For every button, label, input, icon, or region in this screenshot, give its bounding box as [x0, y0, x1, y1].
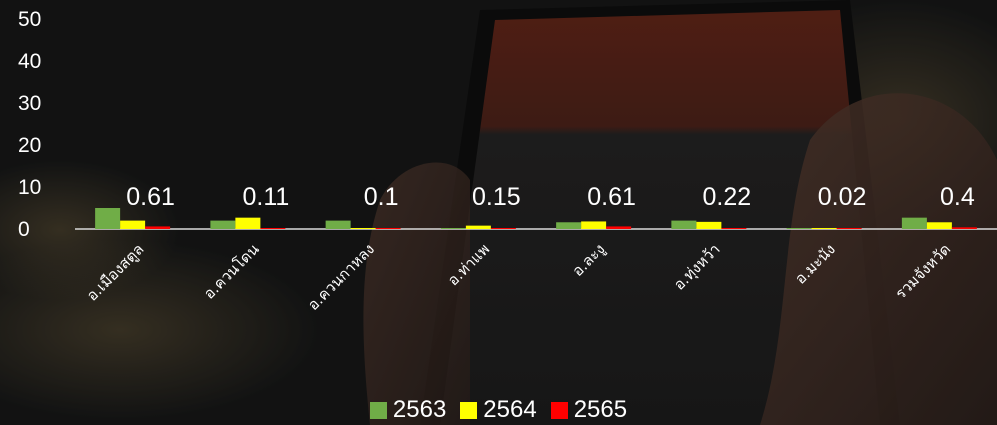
x-category-label: อ.ละงู	[569, 240, 609, 280]
x-category-label: อ.ควนโดน	[200, 240, 263, 303]
bar-2563	[556, 222, 582, 229]
bar-2565	[951, 227, 977, 229]
data-label: 0.4	[940, 183, 975, 211]
legend-item-2563: 2563	[369, 396, 447, 424]
bar-2565	[721, 228, 747, 229]
bar-2564	[926, 222, 952, 229]
data-label: 0.61	[587, 183, 636, 211]
data-label: 0.02	[818, 183, 867, 211]
legend-swatch	[369, 401, 387, 419]
bar-2565	[260, 228, 286, 229]
bar-2564	[581, 221, 607, 229]
data-label: 0.22	[703, 183, 752, 211]
x-category-label: อ.มะนัง	[791, 240, 839, 288]
legend-label: 2563	[392, 396, 447, 423]
bar-2564	[350, 228, 376, 229]
data-label: 0.61	[126, 183, 175, 211]
x-category-label: อ.ท่าแพ	[444, 240, 493, 289]
legend-label: 2564	[483, 396, 537, 423]
y-axis: 0 10 20 30 40 50	[18, 8, 41, 241]
bar-2565	[836, 228, 862, 229]
data-label: 0.1	[364, 183, 399, 211]
legend-swatch	[550, 401, 568, 419]
x-category-label: อ.ควนกาหลง	[304, 240, 378, 314]
bar-2564	[696, 221, 722, 229]
x-category-label: อ.ทุ่งหว้า	[670, 240, 724, 294]
y-tick-label: 40	[18, 50, 41, 73]
legend-swatch	[460, 401, 478, 419]
bar-2565	[145, 226, 171, 229]
bar-2565	[375, 228, 401, 229]
bars	[95, 208, 977, 229]
y-tick-label: 20	[18, 134, 41, 157]
data-label: 0.15	[472, 183, 521, 211]
bar-2564	[235, 217, 261, 229]
y-tick-label: 50	[18, 8, 41, 31]
y-tick-label: 0	[18, 218, 30, 241]
bar-2563	[901, 217, 927, 229]
bar-2563	[786, 228, 812, 229]
bar-2563	[671, 220, 697, 229]
bar-2564	[811, 228, 837, 229]
bar-2565	[606, 226, 632, 229]
bar-2563	[325, 220, 351, 229]
x-category-label: รวมจังหวัด	[892, 240, 955, 303]
legend-item-2564: 2564	[460, 396, 537, 424]
bar-2563	[440, 228, 466, 229]
bar-2563	[95, 208, 121, 229]
bar-2565	[490, 228, 516, 229]
legend-item-2565: 2565	[550, 396, 628, 424]
bar-2563	[210, 220, 236, 229]
bar-2564	[465, 225, 491, 229]
x-category-label: อ.เมืองสตูล	[83, 240, 148, 305]
legend-label: 2565	[573, 396, 628, 423]
data-labels: 0.61 0.11 0.1 0.15 0.61 0.22 0.02 0.4	[126, 183, 975, 211]
legend: 2563 2564 2565	[0, 396, 997, 424]
x-axis-categories: อ.เมืองสตูล อ.ควนโดน อ.ควนกาหลง อ.ท่าแพ อ.ละ…	[83, 240, 954, 314]
bar-2564	[120, 220, 146, 229]
y-tick-label: 10	[18, 176, 41, 199]
y-tick-label: 30	[18, 92, 41, 115]
bar-chart: 01020304050 0.61 0.11 0.1 0.15 0.61 0.22 0.02 0…	[18, 8, 997, 314]
data-label: 0.11	[242, 183, 289, 211]
